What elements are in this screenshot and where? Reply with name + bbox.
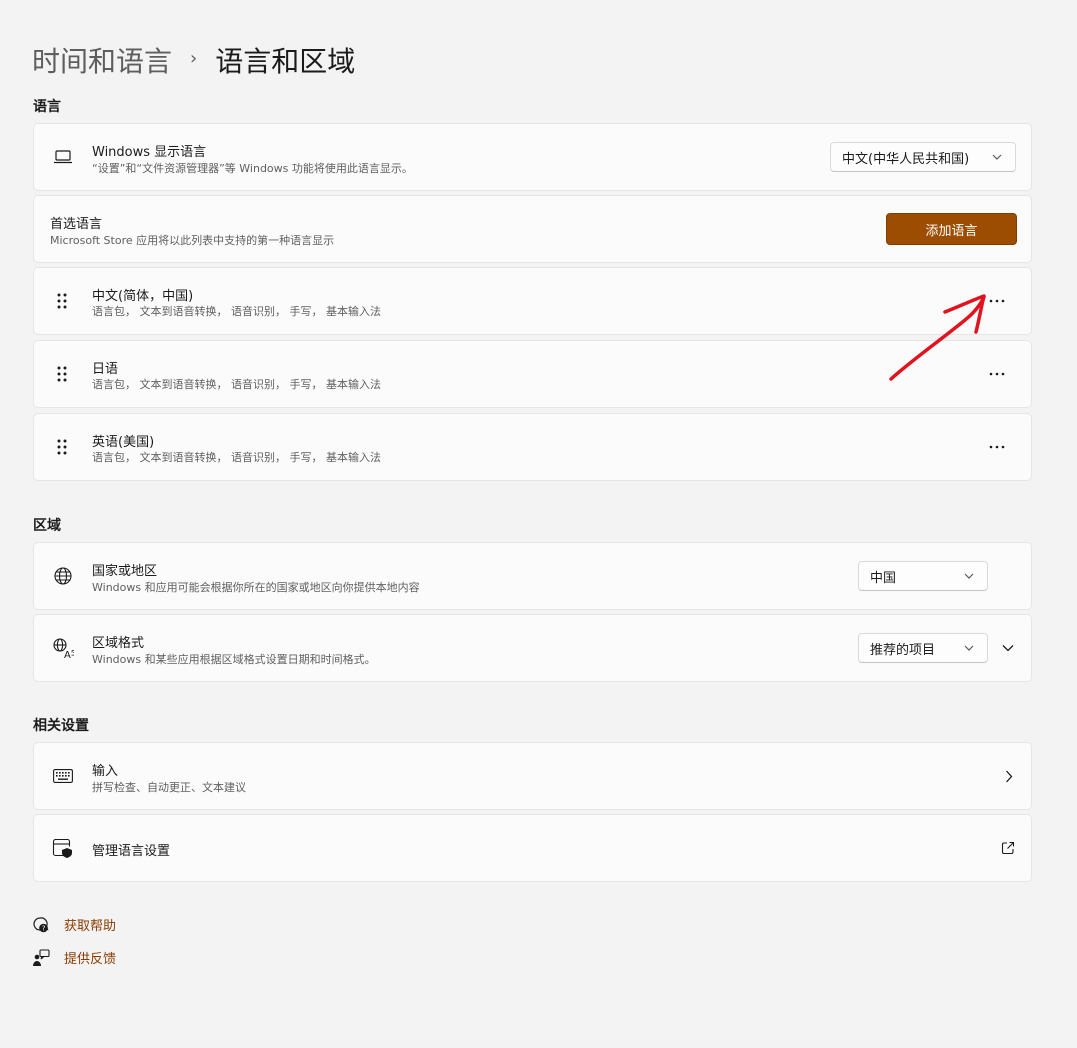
input-desc: 拼写检查、自动更正、文本建议	[92, 781, 246, 794]
language-name: 英语(美国)	[92, 435, 155, 450]
windows-display-language-desc: “设置”和“文件资源管理器”等 Windows 功能将使用此语言显示。	[92, 162, 413, 175]
add-language-button[interactable]: 添加语言	[886, 213, 1017, 245]
section-title-region: 区域	[33, 518, 61, 534]
external-link-icon	[1001, 841, 1015, 855]
help-icon: ?	[33, 916, 49, 932]
drag-handle-icon[interactable]	[56, 365, 68, 383]
windows-display-language-card: Windows 显示语言 “设置”和“文件资源管理器”等 Windows 功能将…	[33, 123, 1032, 191]
regional-format-desc: Windows 和某些应用根据区域格式设置日期和时间格式。	[92, 653, 376, 666]
section-title-related: 相关设置	[33, 718, 89, 734]
annotation-arrow	[889, 294, 986, 381]
country-dropdown[interactable]: 中国	[858, 561, 988, 591]
language-format-icon: A字	[52, 637, 74, 659]
laptop-icon	[52, 146, 74, 168]
admin-language-title: 管理语言设置	[92, 844, 171, 859]
country-title: 国家或地区	[92, 564, 158, 579]
breadcrumb-parent[interactable]: 时间和语言	[32, 40, 172, 80]
feedback-label[interactable]: 提供反馈	[64, 948, 116, 967]
input-title: 输入	[92, 764, 119, 779]
chevron-down-icon	[964, 645, 974, 651]
preferred-languages-card: 首选语言 Microsoft Store 应用将以此列表中支持的第一种语言显示 …	[33, 195, 1032, 263]
keyboard-icon	[52, 765, 74, 787]
country-value: 中国	[870, 570, 897, 586]
language-features: 语言包， 文本到语音转换， 语音识别， 手写， 基本输入法	[92, 378, 381, 391]
chevron-down-icon	[992, 154, 1002, 160]
country-card: 国家或地区 Windows 和应用可能会根据你所在的国家或地区向你提供本地内容 …	[33, 542, 1032, 610]
expand-chevron-icon[interactable]	[1002, 644, 1014, 652]
drag-handle-icon[interactable]	[56, 438, 68, 456]
get-help-label[interactable]: 获取帮助	[64, 915, 116, 934]
drag-handle-icon[interactable]	[56, 292, 68, 310]
feedback-link[interactable]: 提供反馈	[32, 948, 116, 967]
windows-display-language-title: Windows 显示语言	[92, 145, 207, 160]
breadcrumb: 时间和语言 › 语言和区域	[32, 38, 355, 82]
breadcrumb-separator: ›	[190, 47, 198, 69]
language-name: 中文(简体，中国)	[92, 289, 194, 304]
chevron-down-icon	[964, 573, 974, 579]
chevron-right-icon	[1006, 770, 1013, 783]
preferred-languages-desc: Microsoft Store 应用将以此列表中支持的第一种语言显示	[50, 234, 335, 247]
country-desc: Windows 和应用可能会根据你所在的国家或地区向你提供本地内容	[92, 581, 420, 594]
get-help-link[interactable]: ? 获取帮助	[32, 915, 116, 934]
language-features: 语言包， 文本到语音转换， 语音识别， 手写， 基本输入法	[92, 451, 381, 464]
page-title: 语言和区域	[215, 45, 356, 78]
section-title-language: 语言	[33, 99, 61, 115]
admin-language-card[interactable]: 管理语言设置	[33, 814, 1032, 882]
regional-format-value: 推荐的项目	[870, 642, 936, 658]
input-settings-card[interactable]: 输入 拼写检查、自动更正、文本建议	[33, 742, 1032, 810]
shield-window-icon	[52, 837, 74, 859]
regional-format-dropdown[interactable]: 推荐的项目	[858, 633, 988, 663]
more-icon[interactable]	[989, 439, 1005, 455]
preferred-languages-title: 首选语言	[50, 217, 103, 232]
language-name: 日语	[92, 362, 119, 377]
feedback-icon	[33, 948, 50, 966]
display-language-dropdown[interactable]: 中文(中华人民共和国)	[830, 142, 1016, 172]
globe-icon	[52, 565, 74, 587]
regional-format-title: 区域格式	[92, 636, 145, 651]
svg-text:?: ?	[42, 924, 46, 932]
display-language-value: 中文(中华人民共和国)	[842, 151, 970, 167]
language-row-english[interactable]: 英语(美国) 语言包， 文本到语音转换， 语音识别， 手写， 基本输入法	[33, 413, 1032, 481]
language-features: 语言包， 文本到语音转换， 语音识别， 手写， 基本输入法	[92, 305, 381, 318]
svg-text:A字: A字	[64, 648, 74, 659]
regional-format-card[interactable]: A字 区域格式 Windows 和某些应用根据区域格式设置日期和时间格式。 推荐…	[33, 614, 1032, 682]
